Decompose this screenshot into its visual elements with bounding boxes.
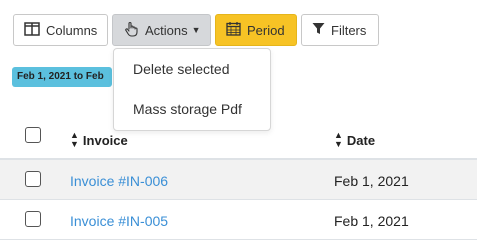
invoice-list-page: Columns Actions ▼ Period Filters Feb 1, …: [0, 0, 477, 241]
columns-button-label: Columns: [46, 22, 98, 38]
period-button-label: Period: [247, 22, 285, 38]
row-checkbox[interactable]: [25, 171, 41, 187]
columns-button[interactable]: Columns: [13, 14, 108, 46]
actions-button-label: Actions: [145, 22, 188, 38]
filter-icon: [312, 22, 325, 38]
menu-item-mass-storage-pdf[interactable]: Mass storage Pdf: [133, 101, 242, 117]
actions-dropdown-menu: Delete selected Mass storage Pdf: [113, 48, 271, 131]
hand-pointer-icon: [123, 21, 139, 40]
invoice-date: Feb 1, 2021: [334, 173, 409, 189]
filters-button-label: Filters: [331, 22, 367, 38]
caret-down-icon: ▼: [191, 25, 201, 35]
sort-icon: ▲ ▼: [334, 130, 343, 149]
table-row: Invoice #IN-006 Feb 1, 2021: [0, 160, 477, 200]
row-checkbox[interactable]: [25, 211, 41, 227]
select-all-checkbox[interactable]: [25, 127, 41, 143]
date-column-label: Date: [346, 132, 376, 148]
invoice-column-header[interactable]: ▲ ▼ Invoice: [70, 131, 128, 149]
actions-dropdown-button[interactable]: Actions ▼: [112, 14, 211, 46]
invoice-link[interactable]: Invoice #IN-006: [70, 173, 168, 189]
period-button[interactable]: Period: [215, 14, 297, 46]
table-row: Invoice #IN-005 Feb 1, 2021: [0, 200, 477, 240]
period-badge: Feb 1, 2021 to Feb: [12, 67, 112, 87]
menu-item-delete-selected[interactable]: Delete selected: [133, 61, 230, 77]
invoice-column-label: Invoice: [82, 132, 128, 148]
sort-icon: ▲ ▼: [70, 130, 79, 149]
calendar-icon: [226, 21, 241, 39]
invoice-date: Feb 1, 2021: [334, 213, 409, 229]
date-column-header[interactable]: ▲ ▼ Date: [334, 131, 375, 149]
filters-button[interactable]: Filters: [301, 14, 379, 46]
columns-icon: [24, 21, 40, 39]
invoice-link[interactable]: Invoice #IN-005: [70, 213, 168, 229]
